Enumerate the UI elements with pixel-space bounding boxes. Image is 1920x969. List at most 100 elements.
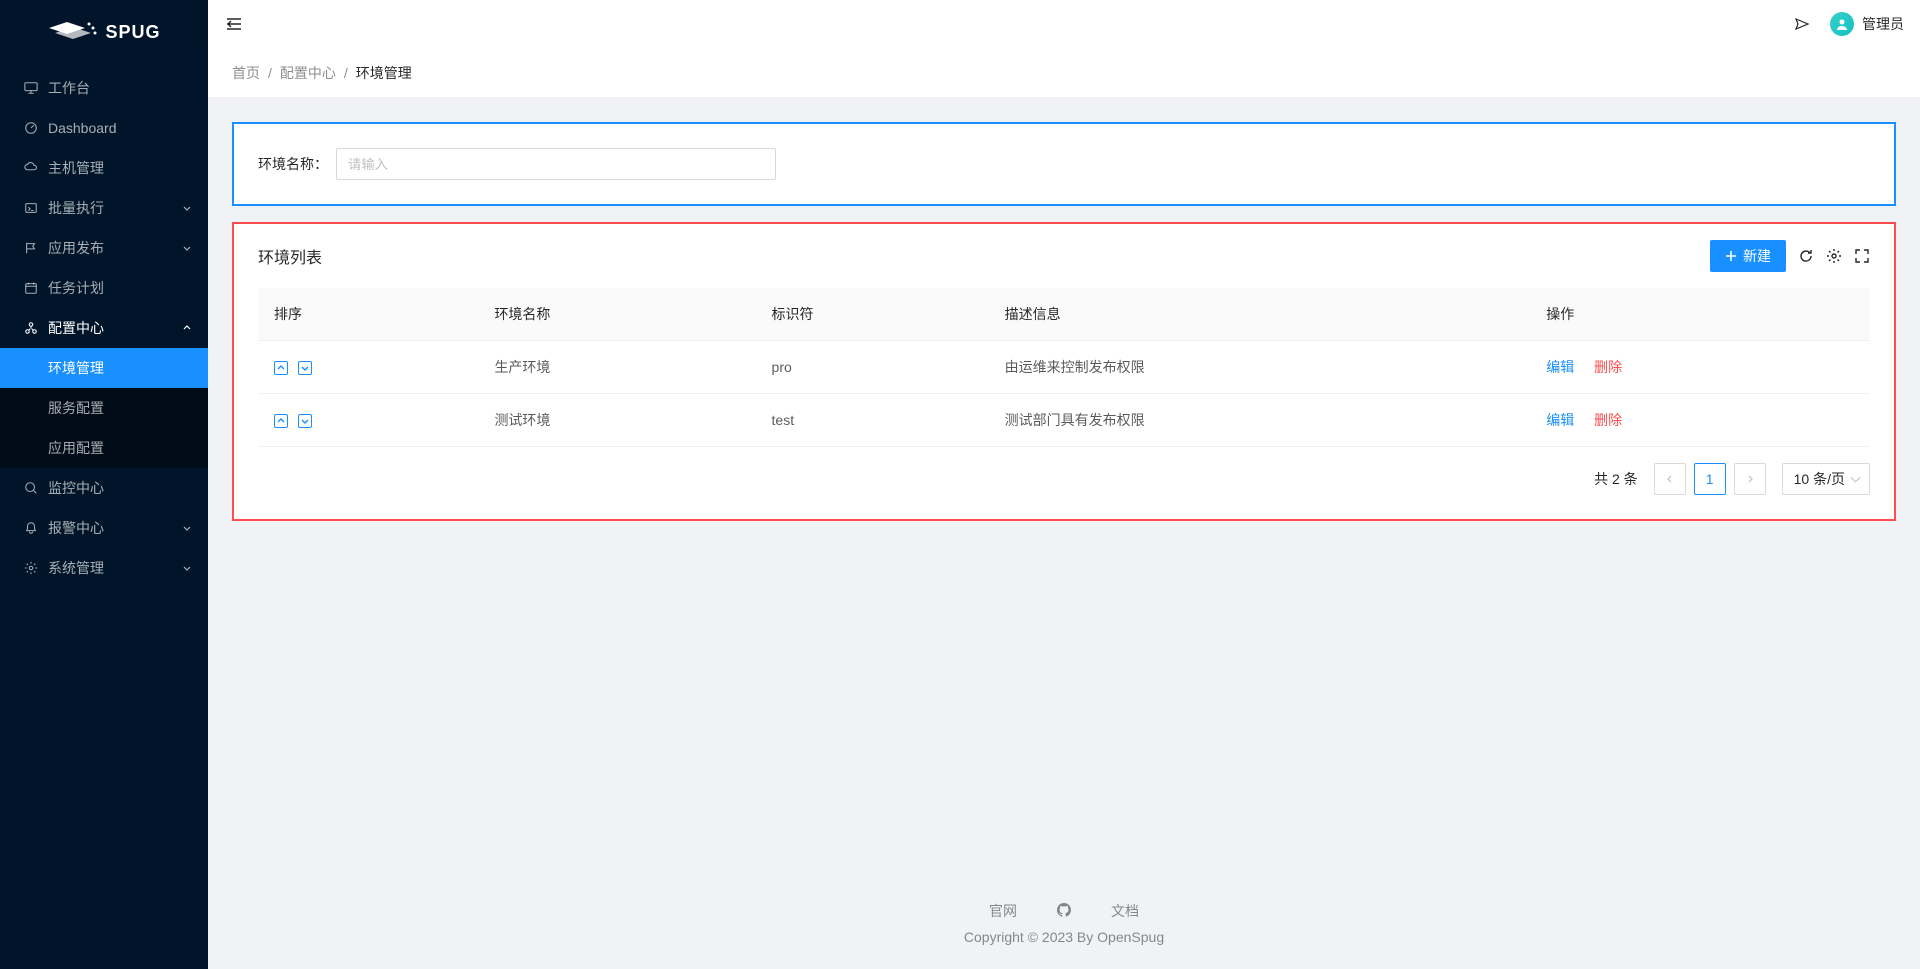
sort-down-button[interactable] <box>298 414 312 428</box>
sort-up-button[interactable] <box>274 361 288 375</box>
sidebar-item-system[interactable]: 系统管理 <box>0 548 208 588</box>
new-button[interactable]: 新建 <box>1710 240 1786 272</box>
sort-down-button[interactable] <box>298 361 312 375</box>
fullscreen-icon[interactable] <box>1854 248 1870 264</box>
github-icon <box>1057 903 1071 917</box>
env-name-input[interactable] <box>336 148 776 180</box>
user-menu[interactable]: 管理员 <box>1830 12 1904 36</box>
username: 管理员 <box>1862 14 1904 34</box>
sidebar-item-service-config[interactable]: 服务配置 <box>0 388 208 428</box>
sidebar-label: 环境管理 <box>48 358 192 378</box>
page-total: 共 2 条 <box>1594 469 1638 489</box>
desktop-icon <box>24 81 38 95</box>
logo[interactable]: SPUG <box>0 0 208 64</box>
edit-link[interactable]: 编辑 <box>1546 412 1574 428</box>
sidebar-item-hosts[interactable]: 主机管理 <box>0 148 208 188</box>
sidebar-item-schedule[interactable]: 任务计划 <box>0 268 208 308</box>
page-1[interactable]: 1 <box>1694 463 1726 495</box>
sidebar-label: 系统管理 <box>48 558 182 578</box>
monitor-icon <box>24 481 38 495</box>
footer-site-link[interactable]: 官网 <box>989 901 1017 921</box>
content: 环境名称： 环境列表 新建 <box>208 98 1920 881</box>
sidebar-label: Dashboard <box>48 120 192 136</box>
cell-identifier: pro <box>756 341 989 394</box>
sidebar-item-batch[interactable]: 批量执行 <box>0 188 208 228</box>
search-card: 环境名称： <box>232 122 1896 206</box>
table-tools: 新建 <box>1710 240 1870 272</box>
page-prev[interactable] <box>1654 463 1686 495</box>
deployment-icon <box>24 321 38 335</box>
sidebar-label: 监控中心 <box>48 478 192 498</box>
sidebar-label: 配置中心 <box>48 318 182 338</box>
alert-icon <box>24 521 38 535</box>
chevron-down-icon <box>182 203 192 213</box>
sidebar-label: 应用配置 <box>48 438 192 458</box>
sort-controls <box>274 361 312 375</box>
cell-identifier: test <box>756 394 989 447</box>
sidebar-label: 任务计划 <box>48 278 192 298</box>
page-size-label: 10 条/页 <box>1794 469 1845 489</box>
breadcrumb: 首页 / 配置中心 / 环境管理 <box>208 48 1920 98</box>
col-identifier: 标识符 <box>756 288 989 341</box>
col-name: 环境名称 <box>478 288 755 341</box>
footer-docs-link[interactable]: 文档 <box>1111 901 1139 921</box>
flag-icon <box>24 241 38 255</box>
table-header: 环境列表 新建 <box>258 240 1870 272</box>
delete-link[interactable]: 删除 <box>1594 359 1622 375</box>
col-action: 操作 <box>1530 288 1870 341</box>
chevron-right-icon <box>1745 474 1755 484</box>
breadcrumb-sep: / <box>268 65 272 81</box>
header: 管理员 <box>208 0 1920 48</box>
code-icon <box>24 201 38 215</box>
sidebar-item-alarm[interactable]: 报警中心 <box>0 508 208 548</box>
chevron-down-icon <box>182 523 192 533</box>
sort-up-button[interactable] <box>274 414 288 428</box>
env-table: 排序 环境名称 标识符 描述信息 操作 <box>258 288 1870 447</box>
page-size-select[interactable]: 10 条/页 <box>1782 463 1870 495</box>
table-card: 环境列表 新建 排序 环境 <box>232 222 1896 521</box>
table-row: 生产环境 pro 由运维来控制发布权限 编辑 删除 <box>258 341 1870 394</box>
notification-icon[interactable] <box>1794 16 1810 32</box>
footer-links: 官网 文档 <box>208 901 1920 921</box>
table-title: 环境列表 <box>258 244 322 268</box>
sidebar-item-config[interactable]: 配置中心 <box>0 308 208 348</box>
col-desc: 描述信息 <box>989 288 1531 341</box>
sidebar-item-app-config[interactable]: 应用配置 <box>0 428 208 468</box>
sidebar-item-dashboard[interactable]: Dashboard <box>0 108 208 148</box>
cloud-server-icon <box>24 161 38 175</box>
sidebar-item-monitor[interactable]: 监控中心 <box>0 468 208 508</box>
setting-icon[interactable] <box>1826 248 1842 264</box>
cell-desc: 测试部门具有发布权限 <box>989 394 1531 447</box>
sidebar-label: 报警中心 <box>48 518 182 538</box>
logo-icon <box>47 20 97 44</box>
sidebar: SPUG 工作台 Dashboard 主机管理 批量执行 应用发布 <box>0 0 208 969</box>
table-row: 测试环境 test 测试部门具有发布权限 编辑 删除 <box>258 394 1870 447</box>
main: 管理员 首页 / 配置中心 / 环境管理 环境名称： 环境列表 <box>208 0 1920 969</box>
sidebar-item-env-manage[interactable]: 环境管理 <box>0 348 208 388</box>
col-sort: 排序 <box>258 288 478 341</box>
avatar <box>1830 12 1854 36</box>
breadcrumb-mid[interactable]: 配置中心 <box>280 63 336 83</box>
footer-github-link[interactable] <box>1057 901 1071 921</box>
sidebar-label: 主机管理 <box>48 158 192 178</box>
pagination: 共 2 条 1 10 条/页 <box>258 463 1870 495</box>
sidebar-item-workbench[interactable]: 工作台 <box>0 68 208 108</box>
edit-link[interactable]: 编辑 <box>1546 359 1574 375</box>
sidebar-menu: 工作台 Dashboard 主机管理 批量执行 应用发布 <box>0 64 208 969</box>
delete-link[interactable]: 删除 <box>1594 412 1622 428</box>
chevron-down-icon <box>182 563 192 573</box>
cell-desc: 由运维来控制发布权限 <box>989 341 1531 394</box>
breadcrumb-home[interactable]: 首页 <box>232 63 260 83</box>
footer: 官网 文档 Copyright © 2023 By OpenSpug <box>208 881 1920 969</box>
chevron-down-icon <box>182 243 192 253</box>
breadcrumb-current: 环境管理 <box>356 63 412 83</box>
sidebar-item-deploy[interactable]: 应用发布 <box>0 228 208 268</box>
reload-icon[interactable] <box>1798 248 1814 264</box>
page-next[interactable] <box>1734 463 1766 495</box>
menu-fold-icon[interactable] <box>224 14 244 34</box>
copyright: Copyright © 2023 By OpenSpug <box>208 929 1920 945</box>
chevron-up-icon <box>182 323 192 333</box>
sidebar-label: 应用发布 <box>48 238 182 258</box>
breadcrumb-sep: / <box>344 65 348 81</box>
schedule-icon <box>24 281 38 295</box>
